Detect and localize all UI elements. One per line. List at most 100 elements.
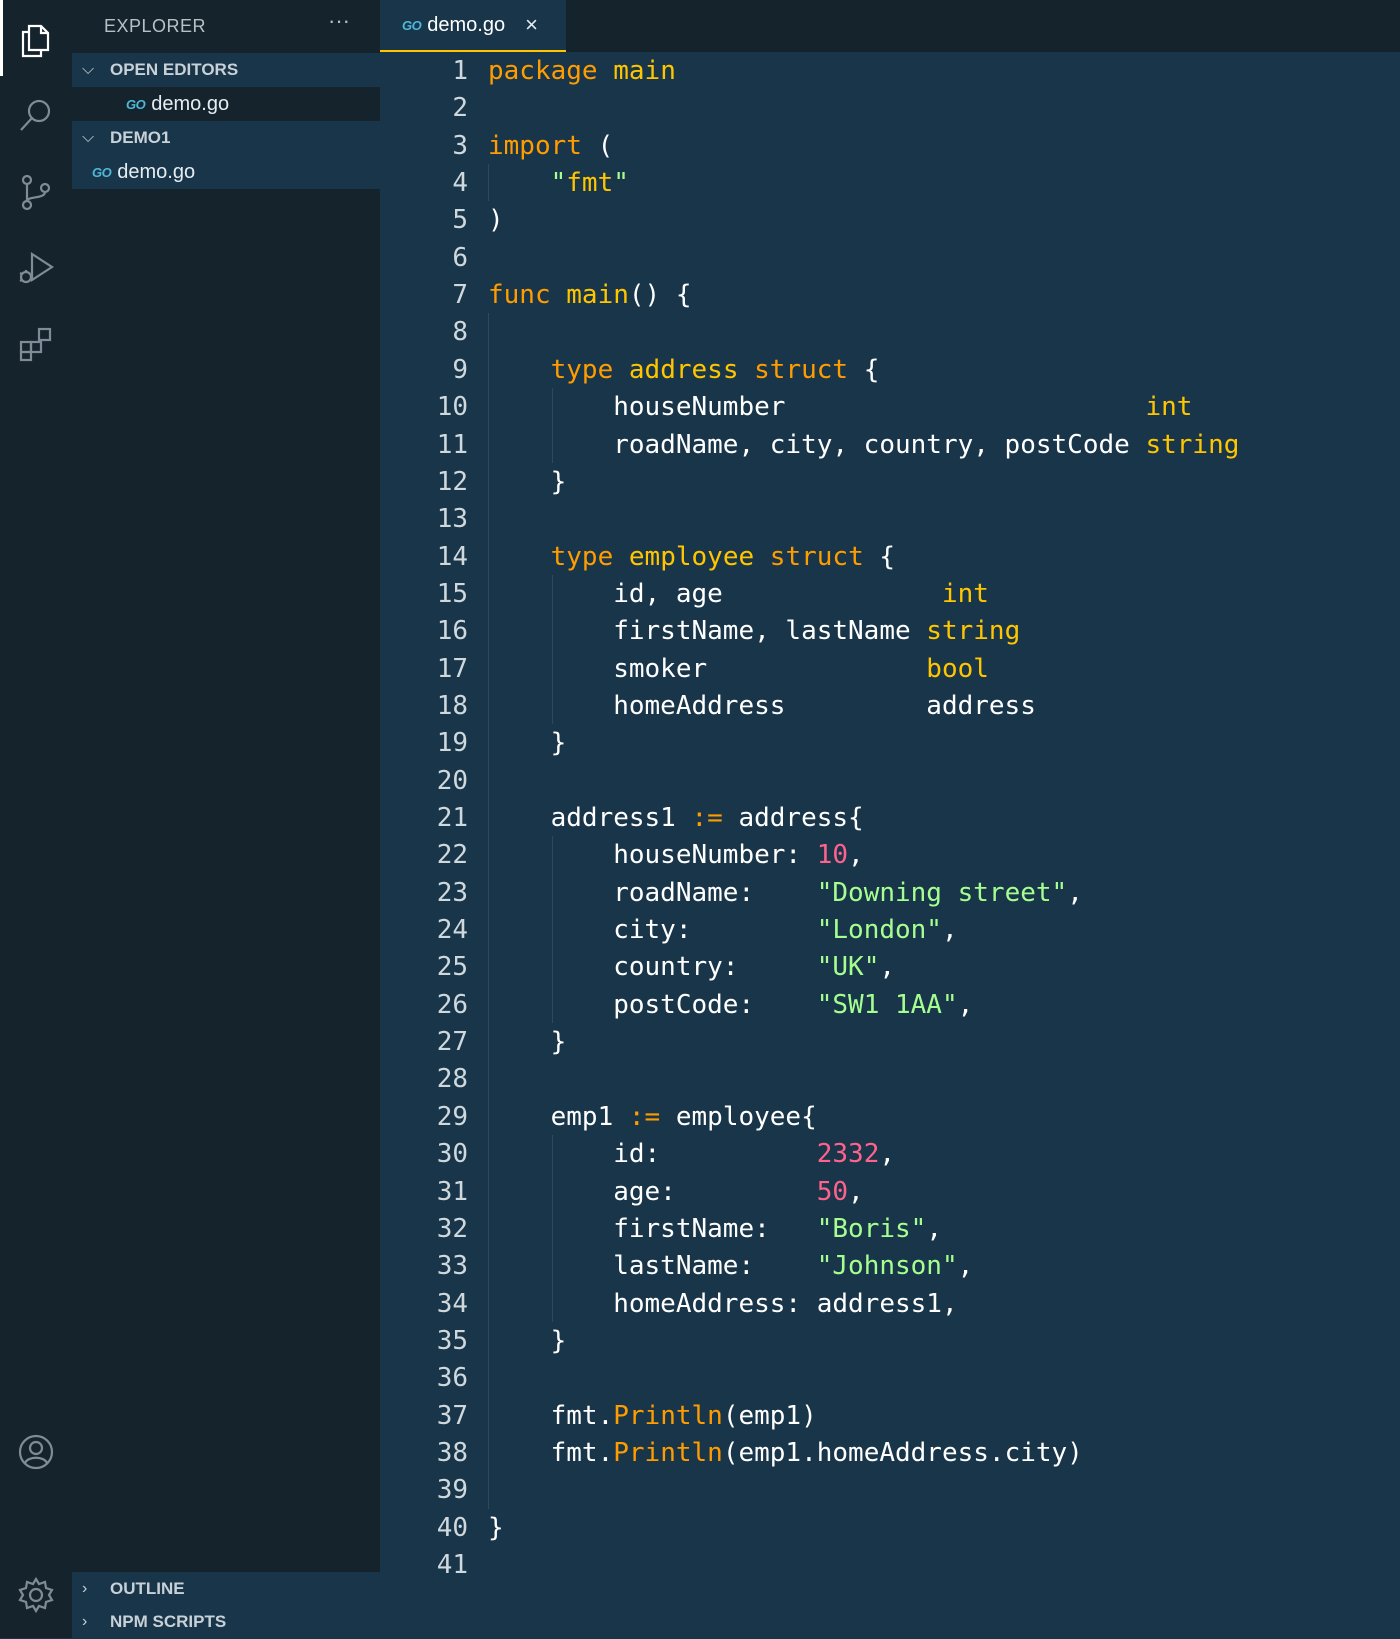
code-line: 39: [380, 1471, 1400, 1510]
code-token: ,: [957, 1251, 974, 1282]
line-number: 25: [436, 952, 468, 983]
code-line: 3 import (: [380, 127, 1400, 166]
source-control-icon[interactable]: [0, 152, 72, 232]
project-folder-section[interactable]: ⌵ DEMO1: [72, 121, 380, 155]
line-number: 2: [452, 93, 468, 124]
run-debug-icon[interactable]: [0, 228, 72, 308]
code-line: 27 }: [380, 1023, 1400, 1062]
line-text: "fmt": [488, 164, 629, 203]
code-line: 8: [380, 313, 1400, 352]
code-token: int: [1145, 392, 1193, 423]
line-number: 9: [452, 354, 468, 385]
extensions-icon[interactable]: [0, 304, 72, 384]
search-icon[interactable]: [0, 76, 72, 156]
code-line: 1 package main: [380, 52, 1400, 91]
indent-guide: [551, 574, 553, 725]
line-text: }: [488, 1023, 567, 1062]
line-text: firstName, lastName string: [488, 612, 1020, 651]
line-number: 32: [436, 1213, 468, 1244]
tab-demo-go[interactable]: GO demo.go ×: [380, 0, 566, 52]
code-line: 14 type employee struct {: [380, 538, 1400, 577]
code-token: }: [488, 728, 567, 759]
line-number: 37: [436, 1400, 468, 1431]
line-text: import (: [488, 127, 613, 166]
code-token: :=: [691, 803, 723, 833]
line-text: fmt.Println(emp1): [488, 1397, 817, 1436]
npm-scripts-section[interactable]: › NPM SCRIPTS: [72, 1605, 380, 1639]
open-editors-label: OPEN EDITORS: [110, 60, 239, 79]
project-file-item[interactable]: GO demo.go: [72, 155, 380, 189]
line-number: 39: [436, 1475, 468, 1506]
code-line: 13: [380, 500, 1400, 539]
code-line: 26 postCode: "SW1 1AA",: [380, 986, 1400, 1025]
code-line: 25 country: "UK",: [380, 948, 1400, 987]
code-token: employee{: [660, 1101, 817, 1132]
line-text: address1 := address{: [488, 799, 864, 838]
line-number: 35: [436, 1325, 468, 1356]
project-folder-label: DEMO1: [110, 128, 171, 147]
chevron-down-icon: ⌵: [82, 129, 95, 146]
code-token: }: [488, 466, 567, 497]
line-number: 38: [436, 1437, 468, 1468]
code-line: 29 emp1 := employee{: [380, 1098, 1400, 1137]
code-token: "Downing street": [816, 877, 1068, 908]
code-token: () {: [628, 280, 692, 311]
line-text: }: [488, 463, 567, 502]
code-token: Println: [613, 1400, 723, 1431]
code-token: :=: [628, 1101, 661, 1132]
code-token: package: [488, 56, 598, 86]
indent-guide: [551, 1135, 553, 1322]
line-number: 10: [436, 392, 468, 423]
settings-gear-icon[interactable]: [0, 1555, 72, 1635]
explorer-sidebar: EXPLORER ··· ⌵ OPEN EDITORS GO demo.go ⌵…: [72, 0, 380, 1638]
code-token: firstName, lastName: [488, 616, 927, 647]
open-editor-item[interactable]: GO demo.go: [126, 87, 229, 121]
code-token: ): [488, 205, 504, 236]
open-editors-section[interactable]: ⌵ OPEN EDITORS: [72, 53, 380, 87]
line-text: }: [488, 724, 567, 763]
line-text: smoker bool: [488, 650, 989, 689]
code-token: string: [926, 616, 1021, 647]
go-file-icon: GO: [92, 164, 112, 180]
line-text: age: 50,: [488, 1173, 863, 1212]
open-editor-filename: demo.go: [151, 92, 230, 115]
line-text: homeAddress: address1,: [488, 1285, 957, 1324]
code-token: {: [863, 541, 896, 572]
code-token: address1: [488, 803, 692, 833]
line-text: homeAddress address: [488, 687, 1036, 726]
line-number: 12: [436, 466, 468, 497]
outline-section[interactable]: › OUTLINE: [72, 1572, 380, 1606]
line-number: 11: [436, 429, 468, 460]
code-line: 40}: [380, 1509, 1400, 1548]
line-text: country: "UK",: [488, 948, 895, 987]
line-number: 20: [436, 765, 468, 796]
code-token: bool: [926, 653, 989, 684]
code-token: }: [488, 1512, 504, 1543]
code-line: 36: [380, 1359, 1400, 1398]
account-icon[interactable]: [0, 1412, 72, 1492]
files-icon[interactable]: [0, 0, 72, 80]
code-token: }: [488, 1027, 567, 1058]
code-token: "London": [816, 915, 942, 946]
code-line: 41: [380, 1546, 1400, 1585]
line-text: postCode: "SW1 1AA",: [488, 986, 973, 1025]
line-number: 5: [452, 205, 468, 236]
indent-guide: [551, 388, 553, 463]
code-line: 34 homeAddress: address1,: [380, 1285, 1400, 1324]
code-token: firstName:: [488, 1213, 817, 1244]
code-line: 24 city: "London",: [380, 911, 1400, 950]
code-token: ": [613, 168, 629, 199]
indent-guide: [488, 313, 489, 1509]
line-number: 3: [452, 130, 468, 161]
line-number: 33: [436, 1251, 468, 1282]
code-line: 7 func main() {: [380, 276, 1400, 315]
code-token: ,: [926, 1213, 942, 1244]
tab-label: demo.go: [427, 13, 506, 36]
code-token: id:: [488, 1139, 817, 1170]
close-icon[interactable]: ×: [525, 12, 538, 38]
more-actions-button[interactable]: ···: [328, 8, 350, 34]
code-token: (emp1.homeAddress.city): [722, 1437, 1083, 1468]
